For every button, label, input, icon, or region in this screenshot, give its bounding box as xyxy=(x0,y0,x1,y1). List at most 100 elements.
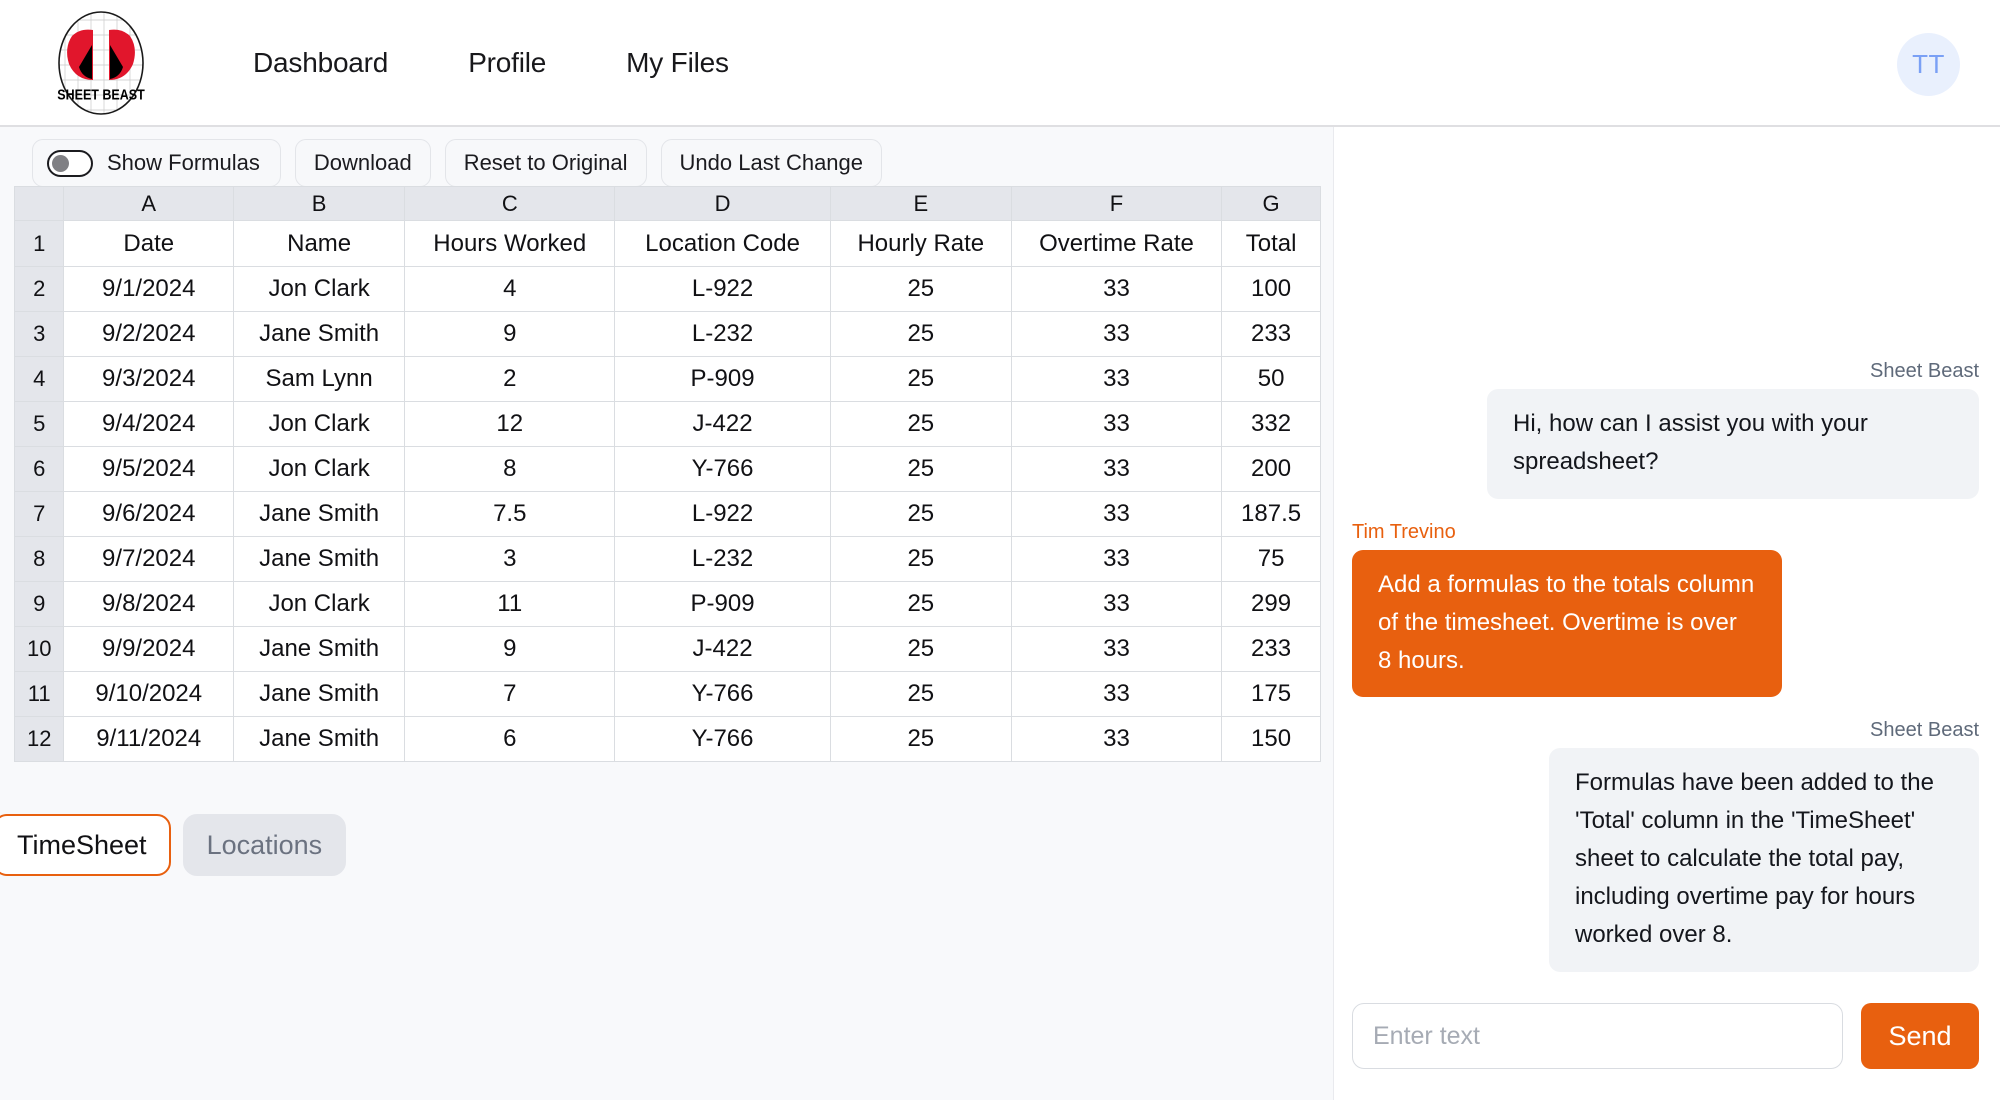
cell-e9[interactable]: 25 xyxy=(829,581,1012,627)
cell-g3[interactable]: 233 xyxy=(1221,311,1321,357)
cell-b1[interactable]: Name xyxy=(233,220,406,267)
cell-d1[interactable]: Location Code xyxy=(614,220,831,267)
cell-e8[interactable]: 25 xyxy=(829,536,1012,582)
column-header-d[interactable]: D xyxy=(614,186,831,221)
row-header[interactable]: 2 xyxy=(13,266,65,312)
table-row[interactable]: 1 Date Name Hours Worked Location Code H… xyxy=(13,220,1321,267)
cell-d2[interactable]: L-922 xyxy=(614,266,831,312)
cell-b11[interactable]: Jane Smith xyxy=(233,671,406,717)
column-header-b[interactable]: B xyxy=(233,186,406,221)
cell-f2[interactable]: 33 xyxy=(1010,266,1223,312)
cell-c9[interactable]: 11 xyxy=(404,581,616,627)
cell-d10[interactable]: J-422 xyxy=(614,626,831,672)
cell-d9[interactable]: P-909 xyxy=(614,581,831,627)
cell-a2[interactable]: 9/1/2024 xyxy=(63,266,235,312)
cell-a5[interactable]: 9/4/2024 xyxy=(63,401,235,447)
table-row[interactable]: 4 9/3/2024 Sam Lynn 2 P-909 25 33 50 xyxy=(13,356,1321,402)
cell-g6[interactable]: 200 xyxy=(1221,446,1321,492)
cell-c4[interactable]: 2 xyxy=(404,356,616,402)
cell-a11[interactable]: 9/10/2024 xyxy=(63,671,235,717)
cell-e4[interactable]: 25 xyxy=(829,356,1012,402)
cell-g9[interactable]: 299 xyxy=(1221,581,1321,627)
cell-f12[interactable]: 33 xyxy=(1010,716,1223,762)
grid-corner-cell[interactable] xyxy=(13,186,65,221)
cell-a1[interactable]: Date xyxy=(63,220,235,267)
cell-d5[interactable]: J-422 xyxy=(614,401,831,447)
cell-b7[interactable]: Jane Smith xyxy=(233,491,406,537)
toggle-switch-track[interactable] xyxy=(47,149,93,177)
cell-a8[interactable]: 9/7/2024 xyxy=(63,536,235,582)
cell-e2[interactable]: 25 xyxy=(829,266,1012,312)
cell-g11[interactable]: 175 xyxy=(1221,671,1321,717)
cell-g5[interactable]: 332 xyxy=(1221,401,1321,447)
cell-g8[interactable]: 75 xyxy=(1221,536,1321,582)
table-row[interactable]: 11 9/10/2024 Jane Smith 7 Y-766 25 33 17… xyxy=(13,671,1321,717)
table-row[interactable]: 10 9/9/2024 Jane Smith 9 J-422 25 33 233 xyxy=(13,626,1321,672)
table-row[interactable]: 3 9/2/2024 Jane Smith 9 L-232 25 33 233 xyxy=(13,311,1321,357)
download-button[interactable]: Download xyxy=(294,139,431,187)
user-avatar[interactable]: TT xyxy=(1897,33,1960,96)
row-header[interactable]: 12 xyxy=(13,716,65,762)
column-header-f[interactable]: F xyxy=(1010,186,1223,221)
cell-a6[interactable]: 9/5/2024 xyxy=(63,446,235,492)
cell-g2[interactable]: 100 xyxy=(1221,266,1321,312)
cell-c11[interactable]: 7 xyxy=(404,671,616,717)
cell-b8[interactable]: Jane Smith xyxy=(233,536,406,582)
cell-f6[interactable]: 33 xyxy=(1010,446,1223,492)
cell-b10[interactable]: Jane Smith xyxy=(233,626,406,672)
cell-e10[interactable]: 25 xyxy=(829,626,1012,672)
cell-f11[interactable]: 33 xyxy=(1010,671,1223,717)
table-row[interactable]: 8 9/7/2024 Jane Smith 3 L-232 25 33 75 xyxy=(13,536,1321,582)
cell-c6[interactable]: 8 xyxy=(404,446,616,492)
spreadsheet-grid[interactable]: A B C D E F G 1 Date Name Hours Worked L… xyxy=(13,186,1321,762)
cell-c2[interactable]: 4 xyxy=(404,266,616,312)
cell-g1[interactable]: Total xyxy=(1221,220,1321,267)
cell-c5[interactable]: 12 xyxy=(404,401,616,447)
cell-f4[interactable]: 33 xyxy=(1010,356,1223,402)
column-header-a[interactable]: A xyxy=(63,186,235,221)
column-header-e[interactable]: E xyxy=(829,186,1012,221)
column-header-c[interactable]: C xyxy=(404,186,616,221)
cell-c7[interactable]: 7.5 xyxy=(404,491,616,537)
row-header[interactable]: 4 xyxy=(13,356,65,402)
cell-e5[interactable]: 25 xyxy=(829,401,1012,447)
table-row[interactable]: 9 9/8/2024 Jon Clark 11 P-909 25 33 299 xyxy=(13,581,1321,627)
cell-g4[interactable]: 50 xyxy=(1221,356,1321,402)
nav-link-profile[interactable]: Profile xyxy=(468,47,546,79)
cell-f8[interactable]: 33 xyxy=(1010,536,1223,582)
cell-f1[interactable]: Overtime Rate xyxy=(1010,220,1223,267)
cell-e1[interactable]: Hourly Rate xyxy=(829,220,1012,267)
cell-e3[interactable]: 25 xyxy=(829,311,1012,357)
cell-f10[interactable]: 33 xyxy=(1010,626,1223,672)
cell-g7[interactable]: 187.5 xyxy=(1221,491,1321,537)
table-row[interactable]: 5 9/4/2024 Jon Clark 12 J-422 25 33 332 xyxy=(13,401,1321,447)
cell-b5[interactable]: Jon Clark xyxy=(233,401,406,447)
cell-d8[interactable]: L-232 xyxy=(614,536,831,582)
cell-d6[interactable]: Y-766 xyxy=(614,446,831,492)
cell-d12[interactable]: Y-766 xyxy=(614,716,831,762)
row-header[interactable]: 1 xyxy=(13,220,65,267)
sheet-tab-locations[interactable]: Locations xyxy=(182,814,347,876)
cell-a10[interactable]: 9/9/2024 xyxy=(63,626,235,672)
cell-d3[interactable]: L-232 xyxy=(614,311,831,357)
cell-e7[interactable]: 25 xyxy=(829,491,1012,537)
cell-g12[interactable]: 150 xyxy=(1221,716,1321,762)
cell-c12[interactable]: 6 xyxy=(404,716,616,762)
reset-to-original-button[interactable]: Reset to Original xyxy=(444,139,647,187)
cell-e11[interactable]: 25 xyxy=(829,671,1012,717)
table-row[interactable]: 6 9/5/2024 Jon Clark 8 Y-766 25 33 200 xyxy=(13,446,1321,492)
cell-f9[interactable]: 33 xyxy=(1010,581,1223,627)
sheet-beast-logo[interactable]: SHEET BEAST xyxy=(52,8,150,118)
cell-a12[interactable]: 9/11/2024 xyxy=(63,716,235,762)
cell-d4[interactable]: P-909 xyxy=(614,356,831,402)
chat-input[interactable] xyxy=(1352,1003,1843,1069)
cell-b4[interactable]: Sam Lynn xyxy=(233,356,406,402)
row-header[interactable]: 5 xyxy=(13,401,65,447)
cell-f5[interactable]: 33 xyxy=(1010,401,1223,447)
cell-a3[interactable]: 9/2/2024 xyxy=(63,311,235,357)
cell-e12[interactable]: 25 xyxy=(829,716,1012,762)
row-header[interactable]: 11 xyxy=(13,671,65,717)
cell-c3[interactable]: 9 xyxy=(404,311,616,357)
table-row[interactable]: 7 9/6/2024 Jane Smith 7.5 L-922 25 33 18… xyxy=(13,491,1321,537)
row-header[interactable]: 9 xyxy=(13,581,65,627)
